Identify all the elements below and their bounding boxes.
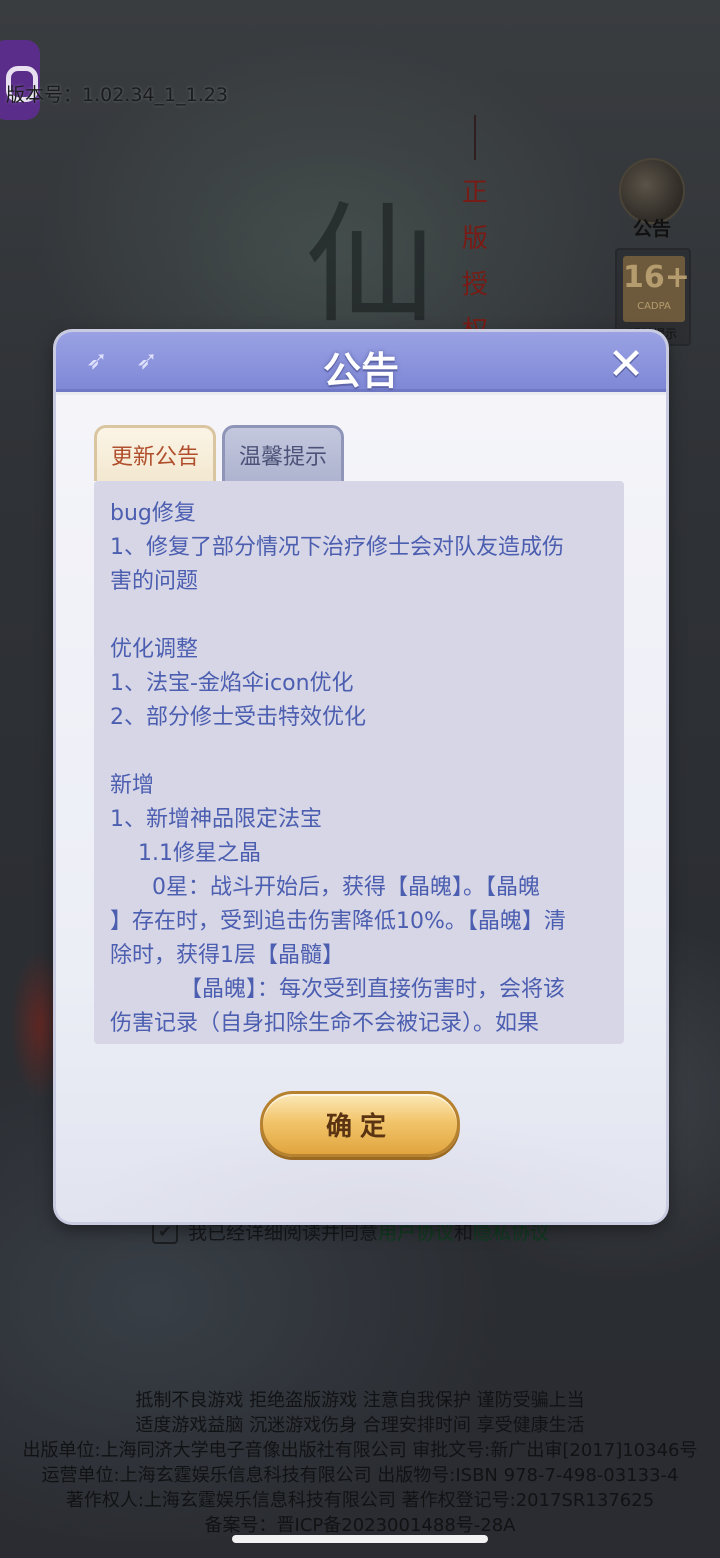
content-line: 1、法宝-金焰伞icon优化 (110, 671, 354, 696)
footer-line: 出版单位:上海同济大学电子音像出版社有限公司 审批文号:新广出审[2017]10… (22, 1440, 698, 1461)
content-line: 1、新增神品限定法宝 (110, 807, 322, 832)
footer-line: 运营单位:上海玄霆娱乐信息科技有限公司 出版物号:ISBN 978-7-498-… (41, 1465, 679, 1486)
confirm-button[interactable]: 确定 (260, 1091, 460, 1157)
notice-button[interactable]: 公告 (616, 158, 688, 240)
content-line: 2、部分修士受击特效优化 (110, 705, 366, 730)
modal-header: ➶ ➶ 公告 ✕ (56, 332, 666, 393)
tab-update-notice[interactable]: 更新公告 (94, 425, 216, 481)
content-line: 1、修复了部分情况下治疗修士会对队友造成伤 (110, 535, 564, 560)
content-line (110, 735, 608, 769)
content-line: 0星：战斗开始后，获得【晶魄】。【晶魄 (110, 875, 540, 900)
age-rating-number: 16+ (623, 260, 690, 295)
close-icon: ✕ (607, 338, 645, 390)
announcement-content[interactable]: bug修复 1、修复了部分情况下治疗修士会对队友造成伤 害的问题 优化调整 1、… (94, 481, 624, 1044)
version-label: 版本号：1.02.34_1_1.23 (6, 84, 228, 106)
divider (474, 115, 476, 160)
content-line: 害的问题 (110, 569, 199, 594)
content-line: 1.1修星之晶 (110, 841, 261, 866)
modal-body: 更新公告 温馨提示 bug修复 1、修复了部分情况下治疗修士会对队友造成伤 害的… (56, 395, 666, 1222)
calligraphy-art: 仙 (304, 189, 435, 341)
content-line: 优化调整 (110, 637, 199, 662)
content-line: 【晶魄】：每次受到直接伤害时，会将该 (110, 977, 565, 1002)
authorization-text: 正版授权 (461, 178, 488, 346)
content-line: bug修复 (110, 501, 196, 526)
footer-line: 著作权人:上海玄霆娱乐信息科技有限公司 著作权登记号:2017SR137625 (65, 1490, 655, 1511)
announcement-modal: ➶ ➶ 公告 ✕ 更新公告 温馨提示 bug修复 1、修复了部分情况下治疗修士会… (56, 332, 666, 1222)
age-rating-icon: 16+ CADPA (623, 256, 690, 322)
content-line: 】存在时，受到追击伤害降低10%。【晶魄】清 (110, 909, 566, 934)
content-line: 伤害记录（自身扣除生命不会被记录）。如果 (110, 1011, 540, 1036)
tab-tips[interactable]: 温馨提示 (222, 425, 344, 481)
close-button[interactable]: ✕ (604, 339, 648, 390)
footer-line: 抵制不良游戏 拒绝盗版游戏 注意自我保护 谨防受骗上当 (135, 1390, 585, 1411)
legal-footer: 抵制不良游戏 拒绝盗版游戏 注意自我保护 谨防受骗上当 适度游戏益脑 沉迷游戏伤… (0, 1388, 720, 1538)
modal-title: 公告 (322, 349, 399, 393)
content-line (110, 599, 608, 633)
notice-button-label: 公告 (632, 218, 671, 240)
age-rating-org: CADPA (637, 301, 671, 312)
content-line: 除时，获得1层【晶髓】 (110, 943, 344, 968)
content-line: 新增 (110, 773, 155, 798)
home-indicator[interactable] (232, 1535, 488, 1543)
footer-line: 适度游戏益脑 沉迷游戏伤身 合理安排时间 享受健康生活 (135, 1415, 585, 1436)
